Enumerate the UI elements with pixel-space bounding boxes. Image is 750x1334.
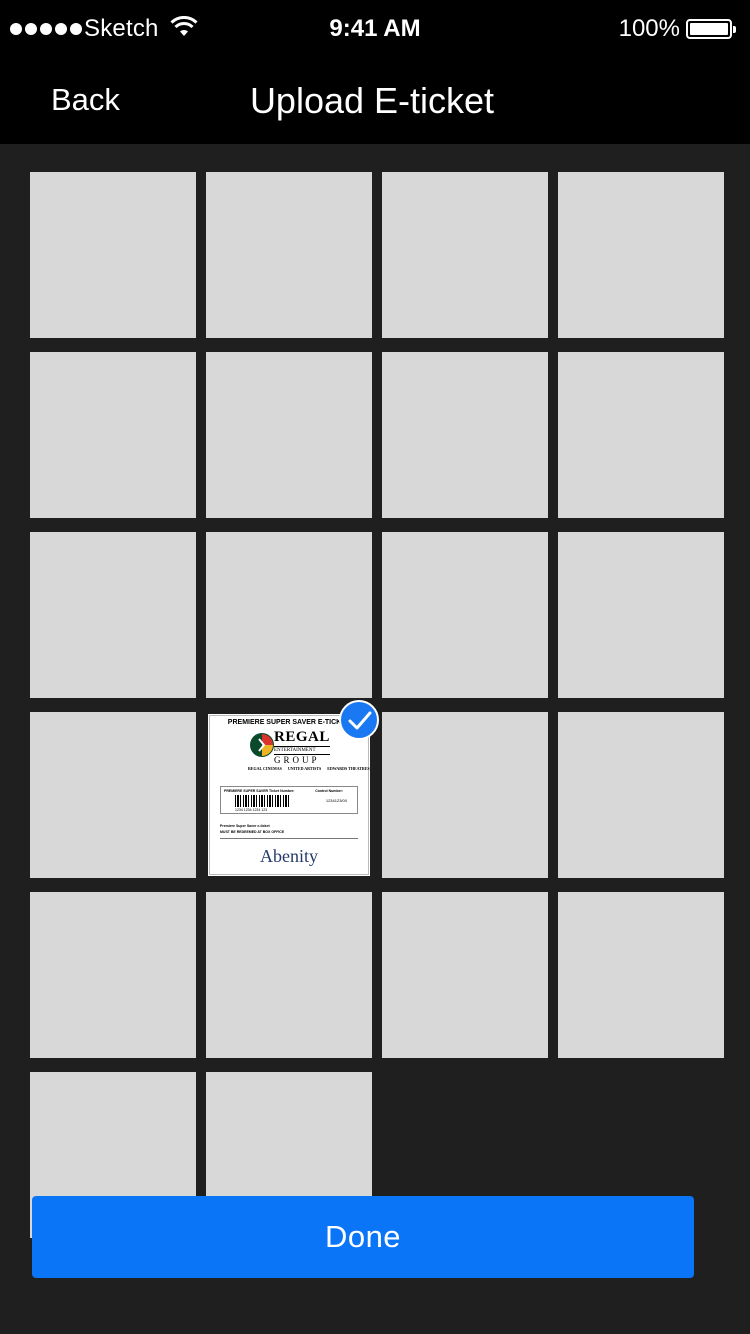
page-title: Upload E-ticket	[249, 80, 495, 121]
photo-thumbnail[interactable]	[382, 352, 548, 518]
photo-thumbnail[interactable]	[382, 172, 548, 338]
photo-thumbnail[interactable]	[558, 892, 724, 1058]
photo-thumbnail[interactable]	[382, 532, 548, 698]
photo-thumbnail[interactable]	[30, 172, 196, 338]
photo-thumbnail[interactable]	[206, 892, 372, 1058]
battery-icon	[686, 19, 736, 39]
photo-thumbnail[interactable]	[382, 892, 548, 1058]
photo-thumbnail[interactable]	[30, 712, 196, 878]
photo-thumbnail[interactable]	[558, 712, 724, 878]
photo-grid: PREMIERE SUPER SAVER E-TICKET REGAL ENTE…	[30, 172, 724, 1238]
checkmark-icon	[339, 700, 379, 740]
photo-thumbnail[interactable]	[206, 352, 372, 518]
sub-brands: REGAL CINEMAS UNITED ARTISTS EDWARDS THE…	[248, 766, 370, 771]
ticket-fine-print: MUST BE REDEEMED AT BOX OFFICE	[220, 830, 285, 834]
photo-thumbnail[interactable]	[558, 172, 724, 338]
photo-thumbnail[interactable]	[30, 352, 196, 518]
abenity-logo: Abenity	[260, 846, 318, 866]
photo-thumbnail[interactable]	[382, 712, 548, 878]
regal-logo-icon	[250, 733, 274, 757]
navigation-bar: Back Upload E-ticket	[0, 56, 750, 144]
photo-thumbnail[interactable]	[30, 532, 196, 698]
status-bar: Sketch 9:41 AM 100%	[0, 0, 750, 56]
photo-thumbnail[interactable]	[30, 892, 196, 1058]
battery-percentage: 100%	[618, 15, 680, 42]
photo-thumbnail[interactable]	[206, 172, 372, 338]
divider	[220, 838, 358, 839]
photo-thumbnail[interactable]	[558, 532, 724, 698]
photo-thumbnail[interactable]	[558, 352, 724, 518]
regal-brand: REGAL ENTERTAINMENT GROUP	[274, 729, 330, 765]
ticket-fine-print: Premiere Super Saver e-ticket	[220, 824, 270, 828]
photo-thumbnail-selected[interactable]: PREMIERE SUPER SAVER E-TICKET REGAL ENTE…	[206, 700, 379, 878]
photo-thumbnail[interactable]	[206, 532, 372, 698]
done-button[interactable]: Done	[32, 1196, 694, 1278]
barcode-icon	[235, 795, 289, 807]
ticket-number-box: PREMIERE SUPER SAVER Ticket Number: Cont…	[220, 786, 358, 814]
